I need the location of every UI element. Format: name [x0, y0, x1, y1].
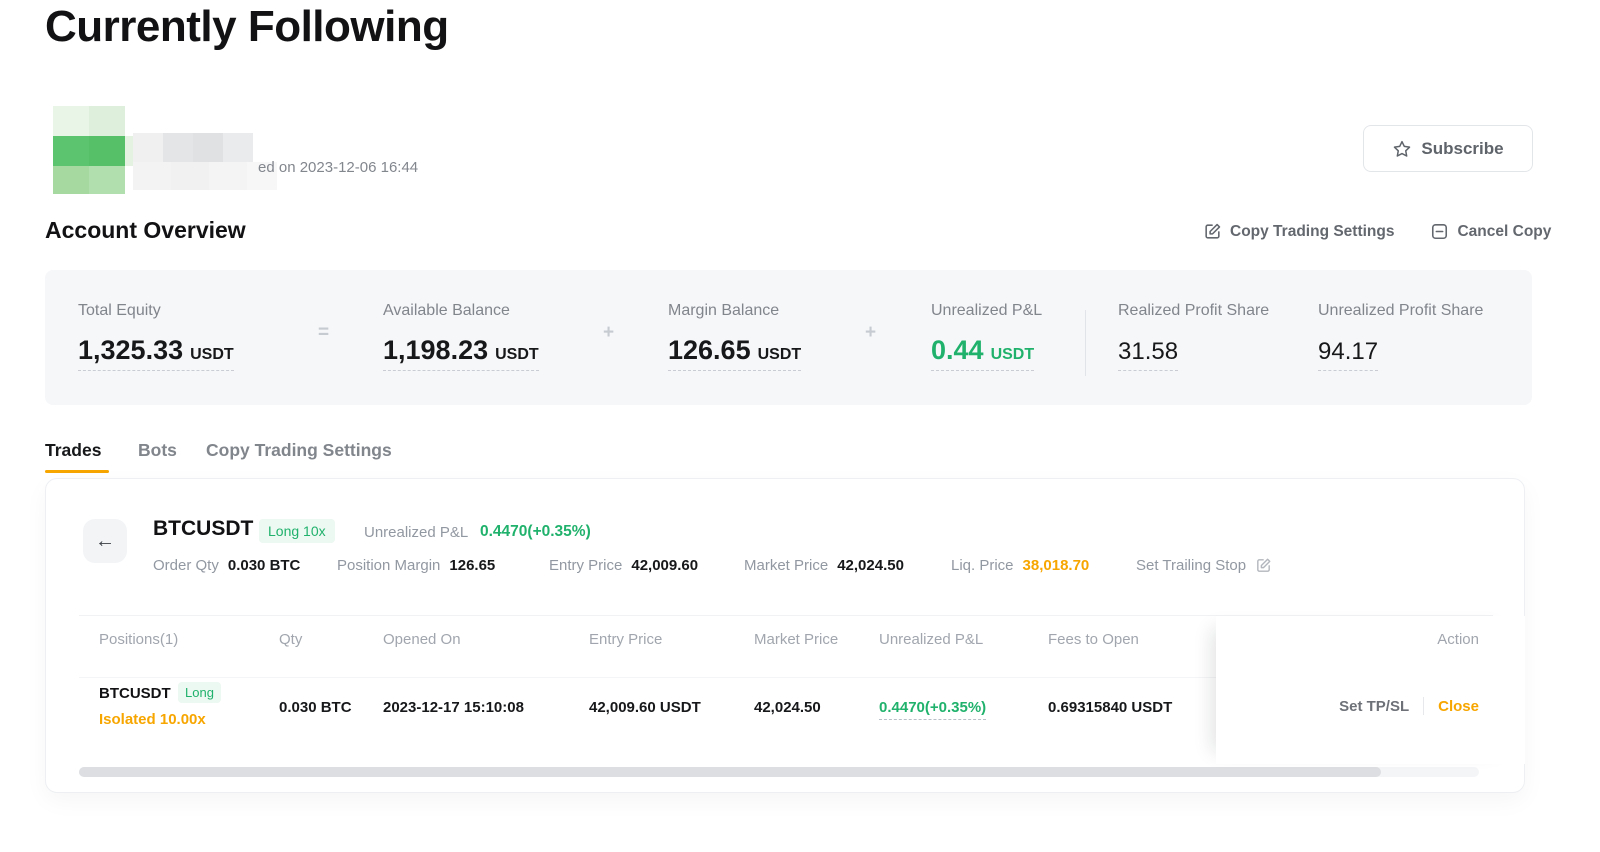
- row-symbol: BTCUSDT: [99, 685, 171, 702]
- row-qty: 0.030 BTC: [279, 699, 352, 716]
- account-overview-actions: Copy Trading Settings Cancel Copy: [1203, 222, 1551, 241]
- page-title: Currently Following: [45, 2, 449, 52]
- cancel-copy-link[interactable]: Cancel Copy: [1430, 222, 1551, 241]
- close-position-button[interactable]: Close: [1438, 698, 1479, 715]
- currently-following-page: Currently Following ed on 2023-12-06 16:…: [0, 0, 1600, 852]
- row-entry-price: 42,009.60 USDT: [589, 699, 701, 716]
- stat-available-balance: Available Balance: [383, 302, 510, 320]
- row-margin-mode: Isolated 10.00x: [99, 711, 206, 728]
- copy-trading-settings-label: Copy Trading Settings: [1230, 223, 1394, 241]
- market-price-field: Market Price 42,024.50: [744, 557, 904, 574]
- stat-available-balance-value: 1,198.23 USDT: [383, 335, 539, 371]
- row-side-badge: Long: [178, 682, 221, 703]
- col-header-unrealized-pnl: Unrealized P&L: [879, 631, 983, 648]
- account-overview-panel: Total Equity 1,325.33 USDT = Available B…: [45, 270, 1532, 405]
- unrealized-pnl-value: 0.4470(+0.35%): [480, 523, 591, 541]
- stat-margin-balance-value: 126.65 USDT: [668, 335, 801, 371]
- liq-price-field: Liq. Price 38,018.70: [951, 557, 1089, 574]
- minus-square-icon: [1430, 222, 1449, 241]
- row-opened-on: 2023-12-17 15:10:08: [383, 699, 524, 716]
- action-separator: [1423, 697, 1424, 715]
- unrealized-pnl-label: Unrealized P&L: [364, 524, 468, 541]
- stat-label: Total Equity: [78, 302, 161, 320]
- col-header-market-price: Market Price: [754, 631, 838, 648]
- edit-icon: [1255, 557, 1272, 574]
- set-tpsl-button[interactable]: Set TP/SL: [1339, 698, 1409, 715]
- col-header-fees-to-open: Fees to Open: [1048, 631, 1139, 648]
- stat-unrealized-pnl-value: 0.44 USDT: [931, 335, 1034, 371]
- account-overview-title: Account Overview: [45, 217, 246, 244]
- stat-unrealized-pnl: Unrealized P&L: [931, 302, 1042, 320]
- stat-total-equity-value: 1,325.33 USDT: [78, 335, 234, 371]
- stat-realized-profit-share-value: 31.58: [1118, 338, 1178, 371]
- col-header-positions: Positions(1): [99, 631, 178, 648]
- stats-divider: [1085, 310, 1086, 376]
- col-header-qty: Qty: [279, 631, 302, 648]
- stat-total-equity: Total Equity: [78, 302, 161, 320]
- stat-margin-balance: Margin Balance: [668, 302, 779, 320]
- col-header-action: Action: [1437, 631, 1479, 648]
- position-symbol: BTCUSDT: [153, 517, 253, 541]
- horizontal-scrollbar-thumb[interactable]: [79, 767, 1381, 777]
- tab-trades[interactable]: Trades: [45, 440, 101, 461]
- stat-label: Margin Balance: [668, 302, 779, 320]
- stat-label: Realized Profit Share: [1118, 302, 1269, 320]
- subscribe-button[interactable]: Subscribe: [1363, 125, 1533, 172]
- trades-card: ← BTCUSDT Long 10x Unrealized P&L 0.4470…: [45, 478, 1525, 793]
- entry-price-field: Entry Price 42,009.60: [549, 557, 698, 574]
- back-arrow-icon: ←: [95, 530, 115, 553]
- row-unrealized-pnl: 0.4470(+0.35%): [879, 699, 986, 720]
- stat-unrealized-profit-share-value: 94.17: [1318, 338, 1378, 371]
- stat-realized-profit-share: Realized Profit Share: [1118, 302, 1269, 320]
- copy-trading-settings-link[interactable]: Copy Trading Settings: [1203, 222, 1394, 241]
- position-margin-field: Position Margin 126.65: [337, 557, 495, 574]
- equals-operator: =: [318, 322, 329, 344]
- stat-label: Available Balance: [383, 302, 510, 320]
- stat-label: Unrealized Profit Share: [1318, 302, 1483, 320]
- row-market-price: 42,024.50: [754, 699, 821, 716]
- col-header-entry-price: Entry Price: [589, 631, 662, 648]
- side-leverage-badge: Long 10x: [259, 519, 335, 543]
- stat-label: Unrealized P&L: [931, 302, 1042, 320]
- row-fees-to-open: 0.69315840 USDT: [1048, 699, 1172, 716]
- tab-bots[interactable]: Bots: [138, 440, 177, 461]
- cancel-copy-label: Cancel Copy: [1457, 223, 1551, 241]
- set-trailing-stop-button[interactable]: Set Trailing Stop: [1136, 557, 1272, 574]
- active-tab-underline: [45, 470, 109, 473]
- order-qty-field: Order Qty 0.030 BTC: [153, 557, 300, 574]
- col-header-opened-on: Opened On: [383, 631, 461, 648]
- star-icon: [1392, 139, 1412, 159]
- tab-copy-trading-settings[interactable]: Copy Trading Settings: [206, 440, 392, 461]
- row-actions: Set TP/SL Close: [1339, 697, 1479, 715]
- plus-operator: +: [865, 322, 876, 344]
- stat-unrealized-profit-share: Unrealized Profit Share: [1318, 302, 1483, 320]
- edit-icon: [1203, 222, 1222, 241]
- plus-operator: +: [603, 322, 614, 344]
- followed-on-text: ed on 2023-12-06 16:44: [258, 159, 418, 176]
- subscribe-label: Subscribe: [1421, 139, 1503, 159]
- back-button[interactable]: ←: [83, 519, 127, 563]
